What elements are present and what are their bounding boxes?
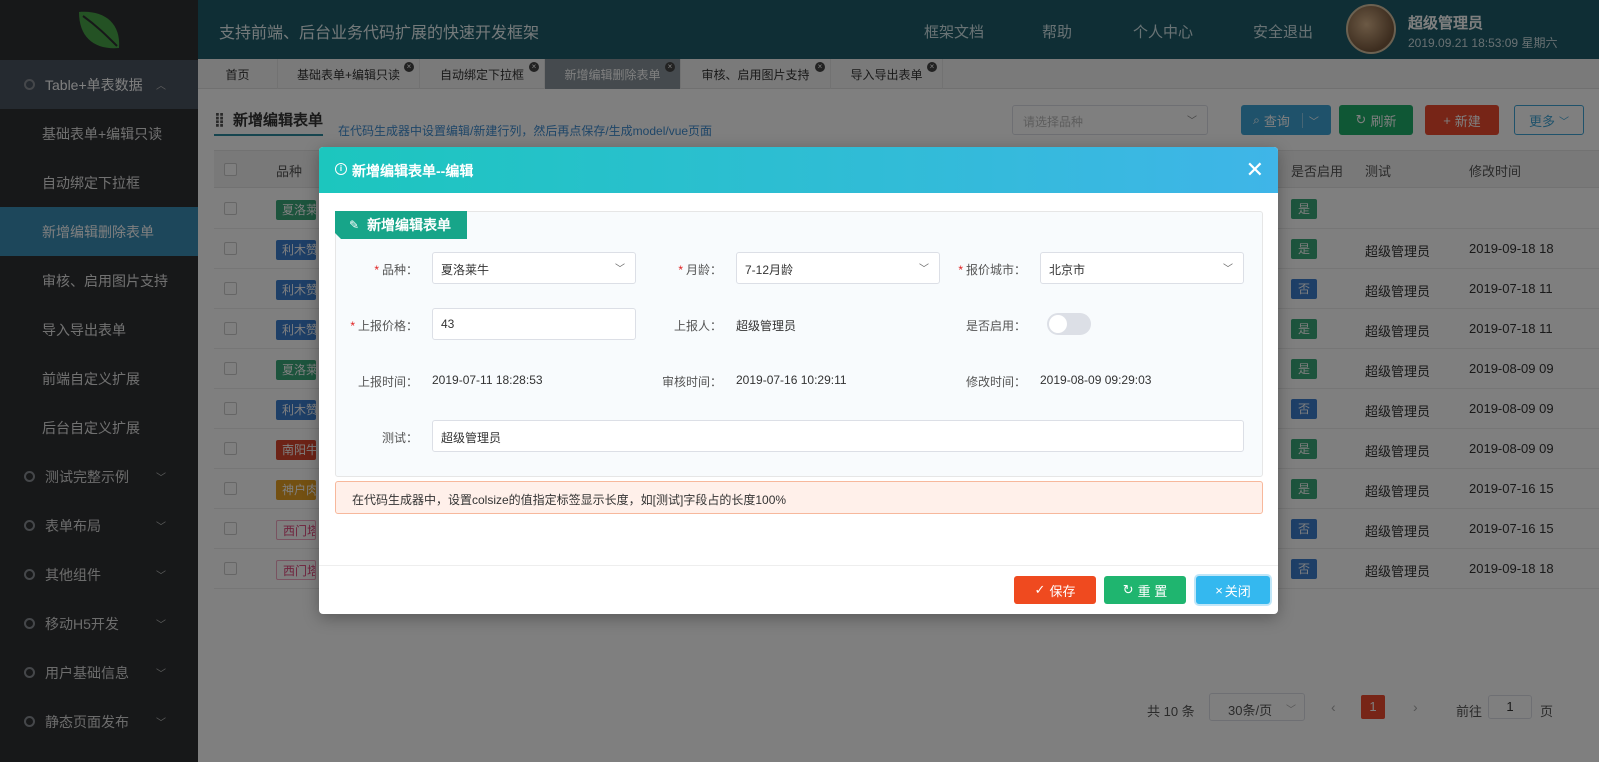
edit-dialog: i 新增编辑表单--编辑 ✕ ✎ 新增编辑表单 * 品种： 夏洛莱牛 ﹀ * 月龄： …: [319, 147, 1278, 614]
close-icon: ×: [1215, 582, 1223, 598]
audit-time-label: 审核时间：: [661, 375, 722, 389]
age-label-text: 月龄：: [685, 263, 722, 277]
switch-knob: [1049, 315, 1067, 333]
city-field-value: 北京市: [1049, 263, 1086, 277]
dialog-title: 新增编辑表单--编辑: [352, 163, 474, 179]
city-label: * 报价城市：: [944, 261, 1026, 278]
price-field-value: 43: [441, 317, 455, 331]
dialog-header: i 新增编辑表单--编辑 ✕: [319, 147, 1278, 193]
check-icon: ✓: [1034, 582, 1046, 597]
reporter-value: 超级管理员: [736, 319, 797, 333]
chevron-down-icon: ﹀: [615, 264, 625, 275]
test-field-value: 超级管理员: [441, 431, 502, 445]
breed-select-field[interactable]: 夏洛莱牛 ﹀: [432, 252, 636, 284]
test-input[interactable]: 超级管理员: [432, 420, 1244, 452]
close-button[interactable]: × 关闭: [1196, 576, 1270, 604]
price-label: * 上报价格：: [336, 317, 418, 334]
reset-button-label: 重 置: [1137, 583, 1168, 599]
dialog-footer: ✓ 保存 ↻ 重 置 × 关闭: [319, 565, 1278, 614]
test-label: 测试：: [381, 431, 418, 445]
report-time-label: 上报时间：: [357, 375, 418, 389]
required-mark: *: [678, 263, 683, 277]
breed-field-value: 夏洛莱牛: [441, 263, 490, 277]
breed-label: * 品种：: [336, 261, 418, 278]
form-section-title: 新增编辑表单: [367, 217, 452, 233]
city-label-text: 报价城市：: [965, 263, 1026, 277]
required-mark: *: [374, 263, 379, 277]
edit-icon: ✎: [349, 218, 360, 232]
colsize-notice: 在代码生成器中，设置colsize的值指定标签显示长度，如[测试]字段占的长度1…: [335, 481, 1263, 514]
save-button[interactable]: ✓ 保存: [1014, 576, 1096, 604]
form-section-tag: ✎ 新增编辑表单: [335, 211, 467, 239]
chevron-down-icon: ﹀: [1223, 264, 1233, 275]
city-select-field[interactable]: 北京市 ﹀: [1040, 252, 1244, 284]
reporter-label: 上报人：: [673, 319, 722, 333]
info-icon: i: [335, 163, 347, 175]
audit-time-value: 2019-07-16 10:29:11: [736, 373, 847, 387]
price-label-text: 上报价格：: [357, 319, 418, 333]
age-field-value: 7-12月龄: [745, 263, 794, 277]
edit-form: ✎ 新增编辑表单 * 品种： 夏洛莱牛 ﹀ * 月龄： 7-12月龄 ﹀ * 报价城市： …: [335, 211, 1263, 477]
required-mark: *: [350, 319, 355, 333]
enabled-switch[interactable]: [1047, 313, 1091, 335]
age-label: * 月龄：: [640, 261, 722, 278]
required-mark: *: [958, 263, 963, 277]
chevron-down-icon: ﹀: [919, 264, 929, 275]
age-select-field[interactable]: 7-12月龄 ﹀: [736, 252, 940, 284]
close-button-label: 关闭: [1224, 583, 1251, 599]
report-time-value: 2019-07-11 18:28:53: [432, 373, 543, 387]
modify-time-label: 修改时间：: [965, 375, 1026, 389]
reset-button[interactable]: ↻ 重 置: [1104, 576, 1186, 604]
price-input[interactable]: 43: [432, 308, 636, 340]
close-icon[interactable]: ✕: [1246, 159, 1264, 181]
breed-label-text: 品种：: [381, 263, 418, 277]
save-button-label: 保存: [1049, 583, 1076, 599]
modify-time-value: 2019-08-09 09:29:03: [1040, 373, 1152, 387]
enabled-label: 是否启用：: [965, 319, 1026, 333]
refresh-icon: ↻: [1122, 582, 1134, 597]
